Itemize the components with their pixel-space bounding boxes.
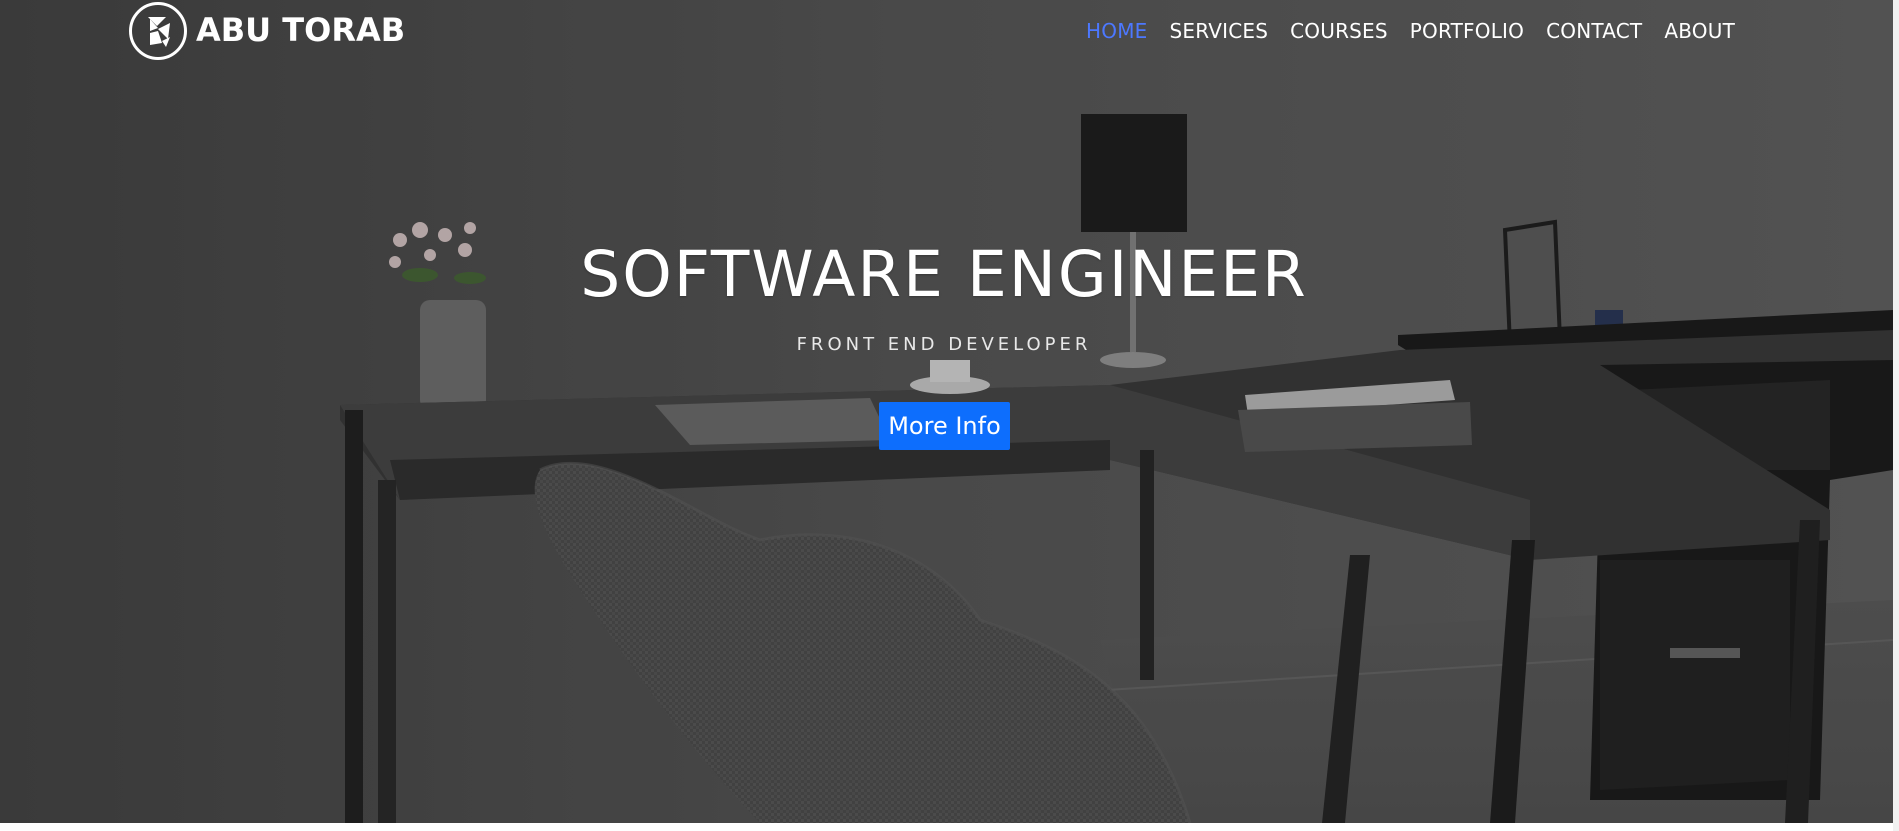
nav-link-contact[interactable]: CONTACT (1546, 19, 1642, 43)
nav-item-about: ABOUT (1664, 19, 1735, 43)
more-info-button[interactable]: More Info (879, 402, 1010, 450)
nav-item-courses: COURSES (1290, 19, 1388, 43)
hero-section: ABU TORAB HOME SERVICES COURSES PORTFOLI… (0, 0, 1893, 823)
nav-item-portfolio: PORTFOLIO (1410, 19, 1524, 43)
nav-link-home[interactable]: HOME (1086, 19, 1147, 43)
brand[interactable]: ABU TORAB (128, 0, 405, 62)
nav-item-home: HOME (1086, 19, 1147, 43)
nav-link-portfolio[interactable]: PORTFOLIO (1410, 19, 1524, 43)
nav-link-courses[interactable]: COURSES (1290, 19, 1388, 43)
nav-link-services[interactable]: SERVICES (1170, 19, 1269, 43)
hero-title: SOFTWARE ENGINEER (580, 238, 1308, 311)
page-bottom-edge (0, 823, 1893, 831)
brand-name: ABU TORAB (196, 11, 406, 49)
hexagon-cube-logo-icon (129, 2, 187, 60)
nav-item-services: SERVICES (1170, 19, 1269, 43)
hero-subtitle: FRONT END DEVELOPER (796, 334, 1092, 355)
nav-item-contact: CONTACT (1546, 19, 1642, 43)
vertical-scrollbar[interactable] (1893, 0, 1899, 831)
nav-link-about[interactable]: ABOUT (1664, 19, 1735, 43)
main-nav: HOME SERVICES COURSES PORTFOLIO CONTACT … (1086, 0, 1735, 62)
